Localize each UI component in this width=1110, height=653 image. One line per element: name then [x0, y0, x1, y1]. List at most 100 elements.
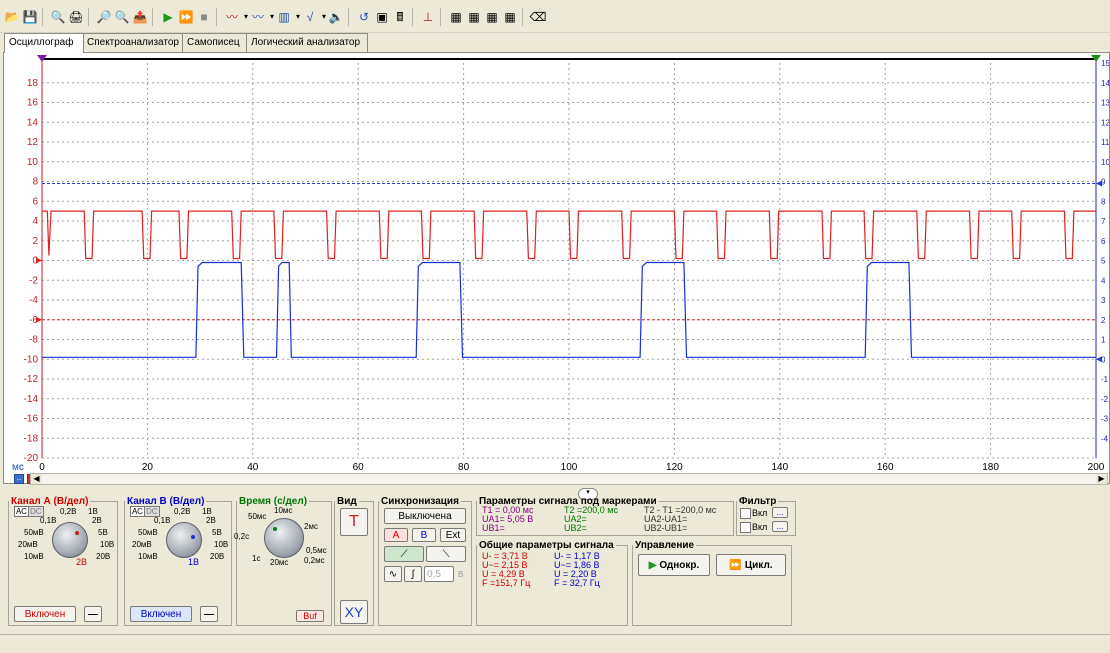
x-tick-label: 100 [561, 462, 578, 473]
eraser-icon[interactable]: ⌫ [530, 9, 547, 25]
ub2-value: UB2= [564, 523, 587, 533]
oscilloscope-display[interactable]: 18 16 14 12 10 8 6 4 2 0 -2 -4 -6 -8 -10 -12 -14 -16 -18 -2… [3, 52, 1110, 484]
buffer-button[interactable]: Buf [296, 610, 324, 622]
channel-a-label: 50мВ [24, 528, 44, 537]
x-axis-label: мс [12, 462, 24, 473]
sync-mode-icon[interactable]: ∿ [384, 566, 402, 582]
export-icon[interactable]: 📤 [132, 9, 148, 25]
time-per-div-knob[interactable] [264, 518, 304, 558]
time-view-button[interactable]: T [340, 508, 368, 536]
x-tick-label: 180 [982, 462, 999, 473]
channel-a-label: 1В [88, 507, 98, 516]
right-tick-label: 2 [1101, 316, 1106, 325]
b-f-value: F = 32,7 Гц [554, 578, 600, 588]
single-run-button[interactable]: ▶ Однокр. [638, 554, 710, 576]
chip1-icon[interactable]: ▦ [448, 9, 464, 25]
y-tick-label: 6 [32, 196, 38, 207]
zoom-in-icon[interactable]: 🔎 [96, 9, 112, 25]
x-tick-label: 120 [666, 462, 683, 473]
chip2-icon[interactable]: ▦ [466, 9, 482, 25]
y-tick-label: -16 [24, 414, 39, 425]
channel-a-label: 0,1В [40, 516, 57, 525]
channel-b-label: 10В [214, 540, 229, 549]
channel-a-label: 20мВ [18, 540, 38, 549]
channel-a-invert-button[interactable]: — [84, 606, 102, 622]
speaker-icon[interactable]: 🔈 [328, 9, 344, 25]
xy-view-button[interactable]: XY [340, 600, 368, 624]
toolbar-separator [348, 8, 349, 26]
calculator-icon[interactable]: 🖩 [392, 9, 408, 25]
channel-a-volts-knob[interactable] [52, 522, 88, 558]
time-scrollbar[interactable]: ◀ ▶ [30, 473, 1108, 485]
sync-state-button[interactable]: Выключена [384, 508, 466, 524]
y-tick-label: 2 [32, 236, 38, 247]
channel-b-invert-button[interactable]: — [200, 606, 218, 622]
knob-indicator [273, 527, 277, 531]
sync-rising-edge-button[interactable]: ⟋ [384, 546, 424, 562]
right-tick-label: -3 [1101, 415, 1109, 424]
run-icon[interactable]: ▶ [160, 9, 176, 25]
channel-a-enable-button[interactable]: Включен [14, 606, 76, 622]
channel-b-enable-button[interactable]: Включен [130, 606, 192, 622]
time-label: 20мс [270, 558, 289, 567]
channel-a-label: 0,2В [60, 507, 77, 516]
tab-oscilloscope[interactable]: Осциллограф [4, 33, 84, 53]
refresh-icon[interactable]: ↺ [356, 9, 372, 25]
zoom-out-icon[interactable]: 🔍 [114, 9, 130, 25]
ub1-value: UB1= [482, 523, 505, 533]
sync-source-a-button[interactable]: A [384, 528, 408, 542]
x-tick-label: 160 [877, 462, 894, 473]
tab-recorder[interactable]: Самописец [182, 33, 250, 52]
channel-b-label: 20мВ [132, 540, 152, 549]
filter-b-checkbox[interactable] [740, 522, 751, 533]
x-tick-label: 40 [247, 462, 259, 473]
sync-source-b-button[interactable]: B [412, 528, 436, 542]
sync-source-ext-button[interactable]: Ext [440, 528, 466, 542]
channel-a-label: 10мВ [24, 552, 44, 561]
channel-b-volts-knob[interactable] [166, 522, 202, 558]
fast-run-icon[interactable]: ⏩ [178, 9, 194, 25]
right-tick-label: -1 [1101, 375, 1109, 384]
sync-falling-edge-button[interactable]: ⟍ [426, 546, 466, 562]
channel-b-label: 0,2В [174, 507, 191, 516]
y-tick-label: -4 [29, 295, 38, 306]
play-icon: ▶ [648, 559, 657, 571]
scroll-right-icon[interactable]: ▶ [1096, 474, 1107, 484]
filter-b-settings-button[interactable]: ... [772, 521, 788, 532]
tab-spectrum-analyzer[interactable]: Спектроанализатор [82, 33, 186, 52]
chip3-icon[interactable]: ▦ [484, 9, 500, 25]
tab-logic-analyzer[interactable]: Логический анализатор [246, 33, 368, 52]
toolbar-separator [152, 8, 153, 26]
stop-icon[interactable]: ■ [196, 9, 212, 25]
y-tick-label: 18 [27, 78, 39, 89]
y-tick-label: 14 [27, 117, 39, 128]
right-tick-label: 4 [1101, 276, 1106, 285]
zoom-out-time-button[interactable]: ‥ [14, 474, 24, 484]
sync-mode2-icon[interactable]: ∫ [404, 566, 422, 582]
channel-b-label: 2В [206, 516, 216, 525]
channel-b-ground-icon [1096, 356, 1102, 363]
right-tick-label: 6 [1101, 237, 1106, 246]
oscilloscope-chart[interactable]: 181614121086420-2-4-6-8-10-12-14-16-18-2… [4, 53, 1109, 483]
print-icon[interactable]: 🖨 [68, 9, 84, 25]
chip4-icon[interactable]: ▦ [502, 9, 518, 25]
channel-b-label: 1В [202, 507, 212, 516]
filter-a-checkbox[interactable] [740, 508, 751, 519]
save-icon[interactable]: 💾 [22, 9, 38, 25]
print-preview-icon[interactable]: 🔍 [50, 9, 66, 25]
toolbar-separator [440, 8, 441, 26]
channel-b-label: 20В [210, 552, 225, 561]
right-tick-label: 1 [1101, 336, 1106, 345]
cycle-run-button[interactable]: ⏩ Цикл. [716, 554, 786, 576]
time-label: 0,2мс [304, 556, 325, 565]
scroll-left-icon[interactable]: ◀ [31, 474, 42, 484]
sync-title: Синхронизация [381, 496, 459, 507]
device-icon[interactable]: ▣ [374, 9, 390, 25]
sync-level-input[interactable]: 0,5 [424, 566, 454, 582]
filter-a-settings-button[interactable]: ... [772, 507, 788, 518]
right-tick-label: 12 [1101, 118, 1109, 127]
channel-a-ac-toggle[interactable]: АС [14, 506, 29, 517]
channel-b-ac-toggle[interactable]: АС [130, 506, 145, 517]
probe-icon[interactable]: ⊥ [420, 9, 436, 25]
open-folder-icon[interactable]: 📂 [4, 9, 20, 25]
